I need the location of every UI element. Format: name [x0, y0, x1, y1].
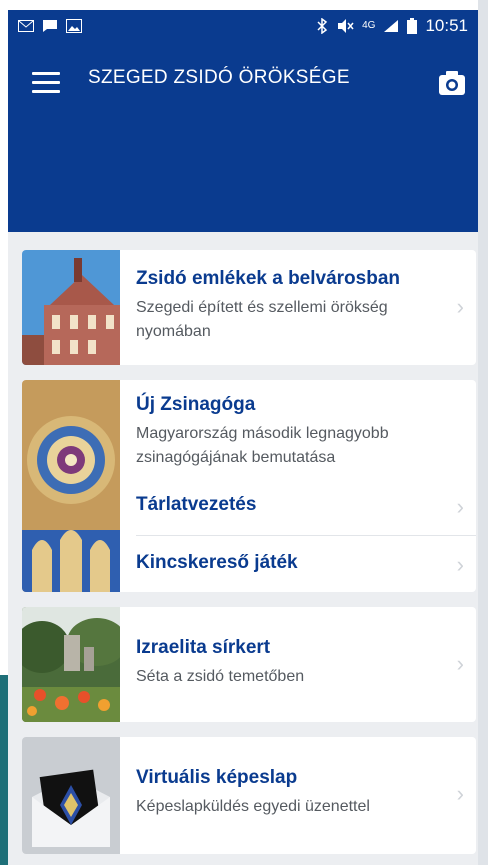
bluetooth-icon — [317, 18, 328, 34]
network-4g-icon: 4G — [362, 20, 376, 31]
phone-screen: 4G 10:51 SZEGED ZSIDÓ ÖRÖKSÉGE Zsidó eml… — [8, 10, 478, 865]
chevron-right-icon: › — [456, 552, 464, 577]
card-subtitle-line: zsinagógájának bemutatása — [136, 449, 336, 466]
image-icon — [66, 19, 82, 33]
link-treasure-hunt[interactable]: Kincskereső játék › — [136, 536, 476, 592]
card-subtitle: Magyarország második legnagyobb zsinagóg… — [136, 422, 442, 470]
status-time: 10:51 — [425, 16, 468, 35]
card-image-building — [22, 250, 120, 365]
card-cemetery[interactable]: Izraelita sírkert Séta a zsidó temetőben… — [22, 607, 476, 722]
mute-icon — [338, 19, 354, 33]
link-label: Kincskereső játék — [136, 552, 298, 573]
card-title: Virtuális képeslap — [136, 767, 298, 788]
camera-icon[interactable] — [438, 69, 466, 97]
signal-icon — [384, 20, 399, 32]
background-strip — [478, 0, 488, 865]
chevron-right-icon: › — [456, 294, 464, 319]
card-virtual-postcard[interactable]: Virtuális képeslap Képeslapküldés egyedi… — [22, 737, 476, 854]
card-title: Új Zsinagóga — [136, 394, 256, 415]
link-label: Tárlatvezetés — [136, 494, 257, 515]
card-jewish-memorials[interactable]: Zsidó emlékek a belvárosban Szegedi épít… — [22, 250, 476, 365]
message-icon — [43, 20, 57, 32]
card-title: Zsidó emlékek a belvárosban — [136, 268, 401, 289]
card-title: Izraelita sírkert — [136, 637, 271, 658]
card-subtitle-line: Képeslapküldés egyedi üzenettel — [136, 798, 370, 815]
card-subtitle: Séta a zsidó temetőben — [136, 665, 442, 689]
battery-icon — [407, 18, 418, 34]
chevron-right-icon: › — [456, 651, 464, 676]
card-subtitle: Szegedi épített és szellemi örökség nyom… — [136, 296, 442, 344]
card-subtitle-line: Séta a zsidó temetőben — [136, 668, 305, 685]
status-bar: 4G 10:51 — [8, 10, 478, 42]
app-bar: SZEGED ZSIDÓ ÖRÖKSÉGE — [8, 42, 478, 232]
card-subtitle-line: nyomában — [136, 323, 211, 340]
card-image-synagogue-dome — [22, 380, 120, 592]
app-title: SZEGED ZSIDÓ ÖRÖKSÉGE — [88, 67, 350, 88]
link-guided-tour[interactable]: Tárlatvezetés › — [136, 478, 476, 534]
card-subtitle: Képeslapküldés egyedi üzenettel — [136, 795, 442, 819]
card-image-cemetery — [22, 607, 120, 722]
card-subtitle-line: Magyarország második legnagyobb — [136, 425, 389, 442]
card-subtitle-line: Szegedi épített és szellemi örökség — [136, 299, 388, 316]
mail-icon — [18, 20, 34, 32]
chevron-right-icon: › — [456, 781, 464, 806]
menu-icon[interactable] — [32, 72, 60, 94]
card-new-synagogue: Új Zsinagóga Magyarország második legnag… — [22, 380, 476, 592]
chevron-right-icon: › — [456, 494, 464, 519]
card-image-postcard — [22, 737, 120, 854]
